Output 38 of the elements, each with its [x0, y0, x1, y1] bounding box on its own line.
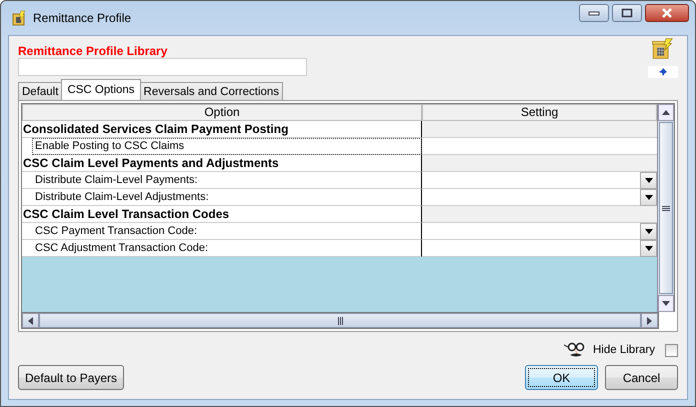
option-cell[interactable]: Distribute Claim-Level Adjustments:: [22, 189, 422, 206]
scroll-up-icon[interactable]: [662, 110, 670, 115]
hide-library-checkbox[interactable]: [665, 344, 678, 356]
default-to-payers-button[interactable]: Default to Payers: [18, 365, 124, 390]
hide-library-label: Hide Library: [593, 344, 655, 356]
library-label: Remittance Profile Library: [18, 44, 168, 58]
option-cell[interactable]: Distribute Claim-Level Payments:: [22, 172, 422, 189]
tab[interactable]: Default: [18, 82, 62, 100]
library-field[interactable]: [18, 58, 307, 76]
close-icon: [661, 8, 673, 18]
disguise-glasses-icon: [563, 341, 587, 359]
maximize-icon: [621, 8, 633, 18]
cancel-button[interactable]: Cancel: [605, 365, 678, 390]
minimize-icon: [588, 10, 600, 16]
tab[interactable]: Reversals and Corrections: [140, 82, 284, 100]
column-header[interactable]: Option: [22, 104, 422, 121]
group-heading: CSC Claim Level Payments and Adjustments: [22, 155, 422, 172]
option-cell[interactable]: Enable Posting to CSC Claims: [32, 138, 422, 155]
tab[interactable]: CSC Options: [61, 79, 141, 100]
scroll-right-icon[interactable]: [647, 316, 652, 324]
vertical-scrollbar[interactable]: [657, 104, 674, 312]
ok-button[interactable]: OK: [525, 365, 598, 390]
option-cell[interactable]: CSC Payment Transaction Code:: [22, 223, 422, 240]
minimize-button[interactable]: [579, 4, 609, 22]
horizontal-scrollbar[interactable]: [21, 312, 659, 329]
close-button[interactable]: [645, 4, 689, 22]
scroll-thumb-grip-icon[interactable]: [662, 206, 670, 210]
column-header[interactable]: Setting: [422, 104, 657, 121]
pin-button[interactable]: [648, 66, 678, 78]
group-heading: Consolidated Services Claim Payment Posting: [22, 121, 422, 138]
window-title: Remittance Profile: [33, 11, 132, 25]
scroll-left-icon[interactable]: [28, 316, 33, 324]
pin-icon: [657, 66, 669, 78]
group-heading: CSC Claim Level Transaction Codes: [22, 206, 422, 223]
maximize-button[interactable]: [612, 4, 642, 22]
building-icon: [11, 10, 27, 26]
scroll-thumb-grip-icon[interactable]: [338, 316, 342, 324]
scroll-down-icon[interactable]: [662, 301, 670, 306]
